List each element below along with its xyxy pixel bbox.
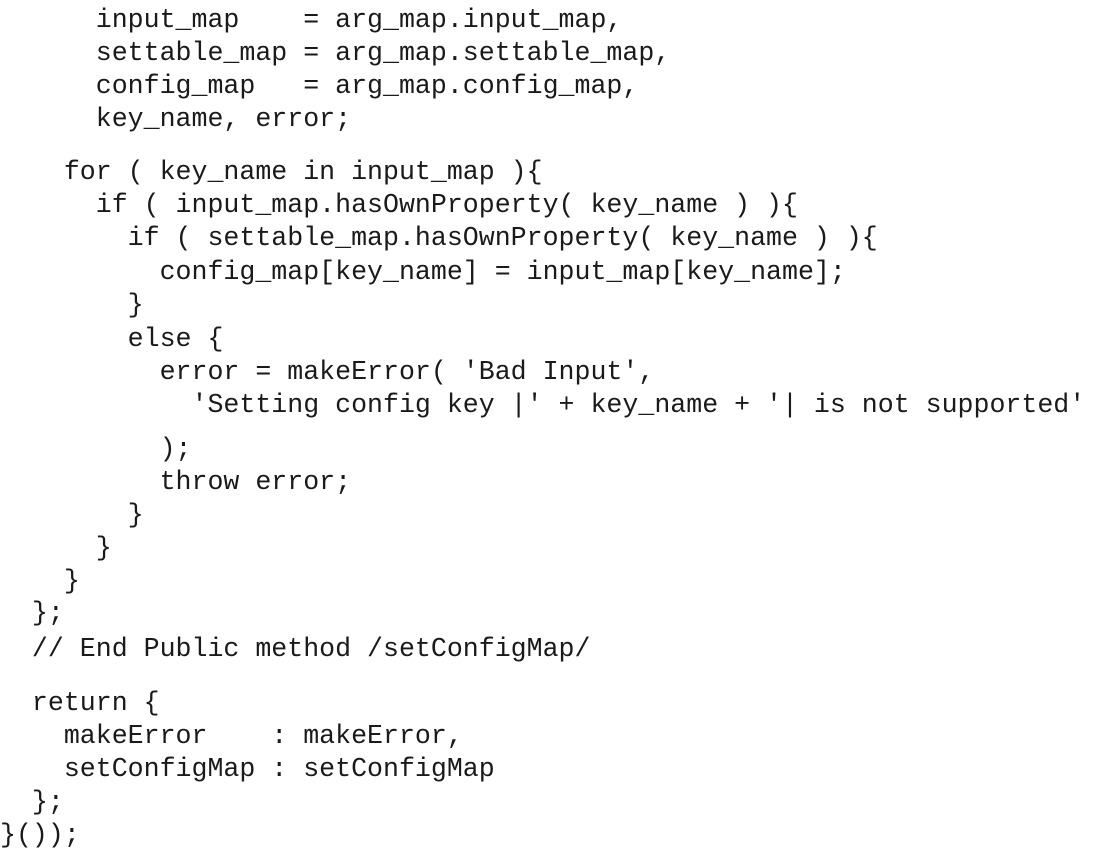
code-line: setConfigMap : setConfigMap <box>0 754 495 784</box>
code-line: config_map[key_name] = input_map[key_nam… <box>0 257 846 287</box>
code-line: }; <box>0 598 64 628</box>
code-line: if ( settable_map.hasOwnProperty( key_na… <box>0 223 878 253</box>
code-line: } <box>0 500 144 530</box>
code-line: settable_map = arg_map.settable_map, <box>0 38 671 68</box>
code-comment: // End Public method /setConfigMap/ <box>0 634 591 664</box>
code-line: input_map = arg_map.input_map, <box>0 5 623 35</box>
code-line: makeError : makeError, <box>0 721 463 751</box>
code-line: 'Setting config key |' + key_name + '| i… <box>0 390 1086 420</box>
code-line: if ( input_map.hasOwnProperty( key_name … <box>0 190 798 220</box>
code-line: }; <box>0 787 64 817</box>
code-line: config_map = arg_map.config_map, <box>0 71 639 101</box>
code-line: for ( key_name in input_map ){ <box>0 157 543 187</box>
code-line: else { <box>0 324 224 354</box>
code-line: } <box>0 533 112 563</box>
code-line: ); <box>0 434 192 464</box>
code-line: key_name, error; <box>0 104 352 134</box>
code-line: } <box>0 290 144 320</box>
code-line: } <box>0 566 80 596</box>
code-listing: input_map = arg_map.input_map, settable_… <box>0 0 1096 862</box>
code-line: throw error; <box>0 467 352 497</box>
code-line: }()); <box>0 820 80 850</box>
code-line: return { <box>0 688 160 718</box>
code-line: error = makeError( 'Bad Input', <box>0 357 655 387</box>
